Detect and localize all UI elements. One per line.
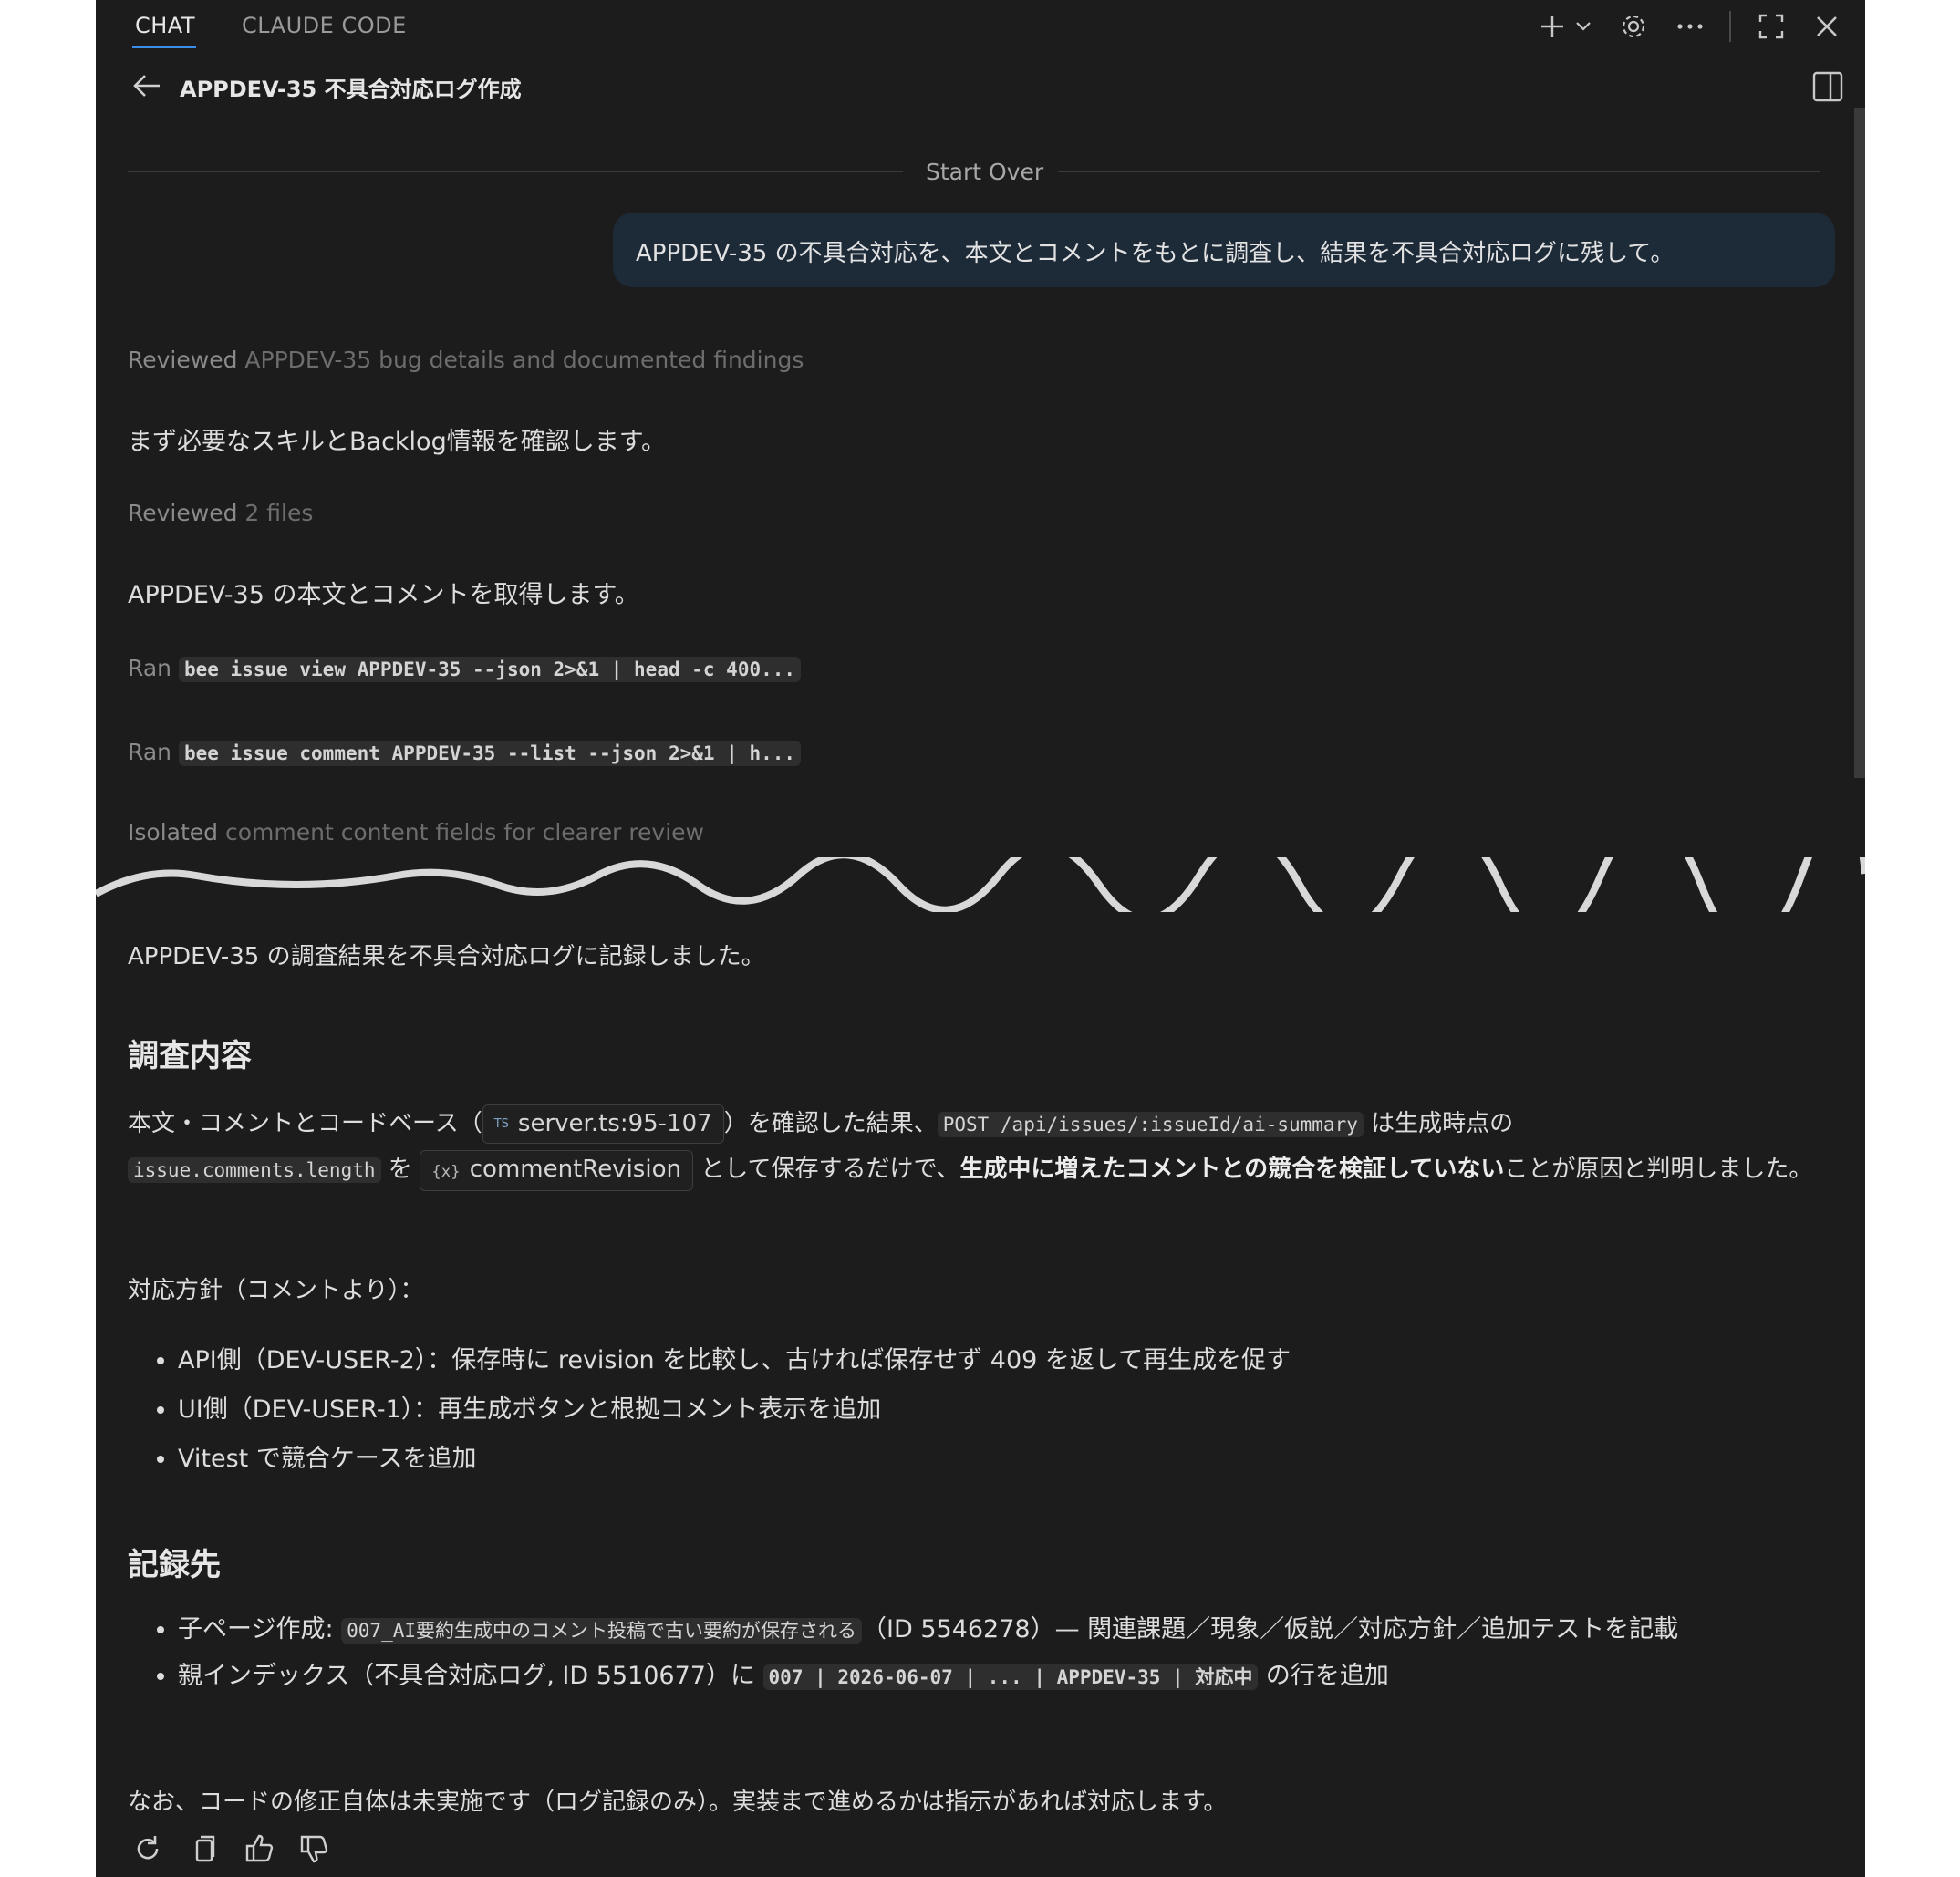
inline-code: 007 | 2026-06-07 | ... | APPDEV-35 | 対応中	[762, 1664, 1259, 1690]
step-ran-command[interactable]: Ran bee issue view APPDEV-35 --json 2>&1…	[128, 655, 802, 682]
inline-code: POST /api/issues/:issueId/ai-summary	[937, 1112, 1364, 1137]
investigation-paragraph: 本文・コメントとコードベース（ TS server.ts:95-107 ）を確認した結…	[128, 1102, 1842, 1193]
command-code: bee issue view APPDEV-35 --json 2>&1 | h…	[178, 657, 802, 682]
policy-list: API側（DEV-USER-2）：保存時に revision を比較し、古ければ…	[128, 1336, 1865, 1484]
step-reviewed-details[interactable]: Reviewed APPDEV-35 bug details and docum…	[128, 347, 804, 373]
step-verb: Ran	[128, 739, 171, 765]
user-message: APPDEV-35 の不具合対応を、本文とコメントをもとに調査し、結果を不具合対…	[613, 213, 1835, 287]
list-item: API側（DEV-USER-2）：保存時に revision を比較し、古ければ…	[178, 1336, 1865, 1385]
file-reference-chip[interactable]: TS server.ts:95-107	[482, 1104, 724, 1144]
text-run: 本文・コメントとコードベース（	[128, 1110, 482, 1137]
chat-panel: CHAT CLAUDE CODE APPDEV-35 不具合対応ログ作成 Sta…	[96, 0, 1865, 1877]
tab-chat[interactable]: CHAT	[135, 13, 195, 38]
list-item: UI側（DEV-USER-1）：再生成ボタンと根拠コメント表示を追加	[178, 1385, 1865, 1435]
text-run: を	[388, 1156, 412, 1183]
conversation-title: APPDEV-35 不具合対応ログ作成	[180, 77, 522, 102]
policy-label: 対応方針（コメントより）：	[128, 1277, 424, 1304]
divider	[1058, 171, 1820, 172]
step-verb: Ran	[128, 655, 171, 681]
inline-code: 007_AI要約生成中のコメント投稿で古い要約が保存される	[341, 1618, 862, 1644]
gear-icon[interactable]	[1619, 12, 1648, 41]
result-summary: APPDEV-35 の調査結果を不具合対応ログに記録しました。	[128, 943, 765, 970]
chip-label: server.ts:95-107	[517, 1110, 712, 1137]
text-run: 親インデックス（不具合対応ログ, ID 5510677）に	[178, 1662, 763, 1690]
plus-icon[interactable]	[1539, 13, 1566, 40]
scrollbar-thumb[interactable]	[1854, 108, 1865, 778]
typescript-file-icon: TS	[493, 1116, 509, 1131]
tab-active-indicator	[132, 46, 196, 48]
step-ran-command[interactable]: Ran bee issue comment APPDEV-35 --list -…	[128, 739, 802, 766]
command-code: bee issue comment APPDEV-35 --list --jso…	[178, 741, 802, 766]
text-run: ）を確認した結果、	[723, 1110, 938, 1137]
assistant-message: APPDEV-35 の本文とコメントを取得します。	[128, 581, 639, 609]
retry-icon[interactable]	[132, 1833, 163, 1864]
list-item: Vitest で競合ケースを追加	[178, 1435, 1865, 1484]
section-heading-investigation: 調査内容	[128, 1038, 252, 1074]
step-isolated[interactable]: Isolated comment content fields for clea…	[128, 819, 704, 845]
text-run: 子ページ作成:	[178, 1615, 342, 1644]
variable-icon: {x}	[431, 1163, 461, 1181]
text-run: の行を追加	[1258, 1662, 1389, 1690]
step-verb: Reviewed	[128, 347, 238, 373]
list-item: 子ページ作成: 007_AI要約生成中のコメント投稿で古い要約が保存される（ID…	[178, 1607, 1865, 1654]
chevron-down-icon[interactable]	[1575, 20, 1592, 33]
text-run: は生成時点の	[1371, 1110, 1514, 1137]
step-detail: comment content fields for clearer revie…	[224, 819, 704, 845]
step-verb: Isolated	[128, 819, 219, 845]
step-detail: APPDEV-35 bug details and documented fin…	[244, 347, 804, 373]
maximize-icon[interactable]	[1758, 13, 1785, 40]
back-arrow-icon[interactable]	[132, 73, 161, 99]
content-break-wave	[96, 857, 1865, 912]
step-reviewed-files[interactable]: Reviewed 2 files	[128, 500, 313, 526]
thumbs-down-icon[interactable]	[298, 1833, 331, 1864]
toolbar-separator	[1729, 11, 1731, 42]
text-run: ことが原因と判明しました。	[1504, 1156, 1813, 1183]
copy-icon[interactable]	[189, 1833, 220, 1864]
list-item: 親インデックス（不具合対応ログ, ID 5510677）に 007 | 2026…	[178, 1654, 1865, 1700]
tab-claude-code[interactable]: CLAUDE CODE	[242, 13, 407, 38]
text-run: として保存するだけで、	[700, 1156, 960, 1183]
thumbs-up-icon[interactable]	[244, 1833, 276, 1864]
chip-label: commentRevision	[469, 1156, 681, 1183]
step-detail: 2 files	[244, 500, 314, 526]
record-list: 子ページ作成: 007_AI要約生成中のコメント投稿で古い要約が保存される（ID…	[128, 1607, 1865, 1700]
text-run: （ID 5546278）— 関連課題／現象／仮説／対応方針／追加テストを記載	[862, 1615, 1679, 1644]
assistant-message: まず必要なスキルとBacklog情報を確認します。	[128, 428, 667, 456]
divider	[128, 171, 903, 172]
start-over-button[interactable]: Start Over	[926, 159, 1043, 185]
bold-text: 生成中に増えたコメントとの競合を検証していない	[959, 1156, 1505, 1183]
more-icon[interactable]	[1676, 22, 1704, 31]
symbol-reference-chip[interactable]: {x} commentRevision	[420, 1150, 693, 1191]
inline-code: issue.comments.length	[128, 1157, 381, 1183]
section-heading-record: 記録先	[128, 1547, 221, 1583]
close-icon[interactable]	[1815, 15, 1839, 38]
footer-note: なお、コードの修正自体は未実施です（ログ記録のみ）。実装まで進めるかは指示があれ…	[128, 1789, 1228, 1816]
message-actions	[132, 1833, 351, 1870]
split-panel-icon[interactable]	[1812, 71, 1843, 102]
step-verb: Reviewed	[128, 500, 238, 526]
